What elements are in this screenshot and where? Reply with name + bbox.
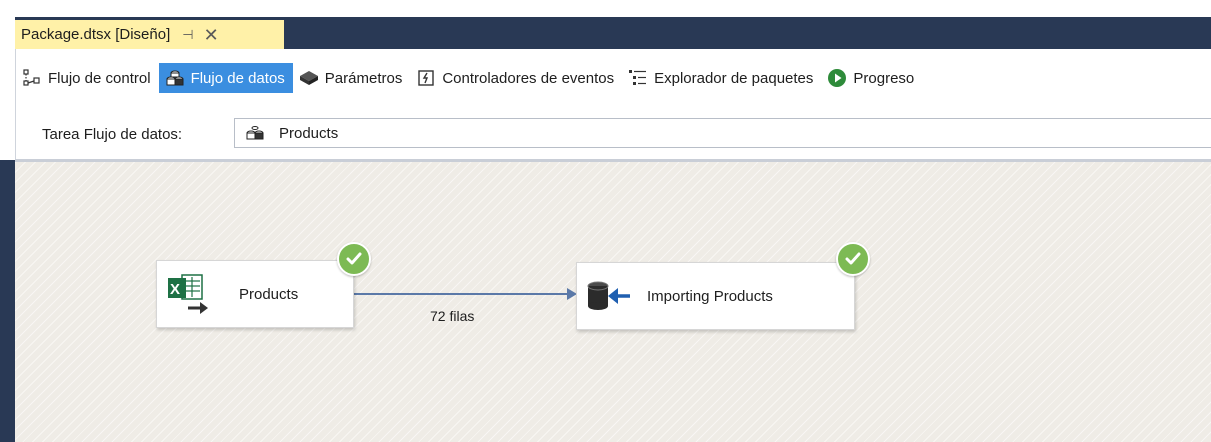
path-row-count: 72 filas <box>430 308 475 324</box>
pin-icon[interactable]: ⊣ <box>182 27 193 43</box>
task-label: Tarea Flujo de datos: <box>42 125 183 143</box>
tab-progress[interactable]: Progreso <box>821 63 922 93</box>
tab-progress-label: Progreso <box>853 69 915 87</box>
progress-icon <box>827 69 847 87</box>
tab-package-explorer-label: Explorador de paquetes <box>654 69 814 87</box>
tab-package-explorer[interactable]: Explorador de paquetes <box>622 63 821 93</box>
document-tab-strip: Package.dtsx [Diseño] ⊣ ✕ <box>15 17 1211 49</box>
tab-parameters[interactable]: Parámetros <box>293 63 411 93</box>
oledb-destination-icon <box>583 272 633 320</box>
designer-tabs: Flujo de control Flujo de datos Parámetr… <box>16 61 922 95</box>
tab-data-flow[interactable]: Flujo de datos <box>158 63 293 93</box>
data-flow-canvas[interactable]: 72 filas X Products Importing Products <box>15 162 1211 442</box>
package-explorer-icon <box>628 69 648 87</box>
destination-success-check-icon <box>836 242 870 276</box>
tab-parameters-label: Parámetros <box>324 69 403 87</box>
tab-control-flow-label: Flujo de control <box>48 69 151 87</box>
left-margin <box>0 17 15 160</box>
excel-source-node[interactable]: X Products <box>156 260 354 328</box>
data-flow-task-icon <box>245 124 265 142</box>
left-chrome-bar <box>0 160 15 442</box>
tab-control-flow[interactable]: Flujo de control <box>16 63 159 93</box>
parameters-icon <box>299 69 319 87</box>
document-tab-title: Package.dtsx [Diseño] <box>21 26 171 43</box>
source-success-check-icon <box>337 242 371 276</box>
task-row: Tarea Flujo de datos: Products <box>16 118 1211 150</box>
data-flow-task-select[interactable]: Products <box>234 118 1211 148</box>
document-tab[interactable]: Package.dtsx [Diseño] ⊣ ✕ <box>15 20 284 49</box>
excel-source-label: Products <box>239 285 299 303</box>
window-top <box>0 0 1211 17</box>
control-flow-icon <box>22 69 42 87</box>
designer-header: Flujo de control Flujo de datos Parámetr… <box>15 49 1211 161</box>
tab-event-handlers[interactable]: Controladores de eventos <box>410 63 622 93</box>
data-flow-icon <box>165 69 185 87</box>
excel-source-icon: X <box>163 270 213 318</box>
event-handlers-icon <box>416 69 436 87</box>
oledb-destination-label: Importing Products <box>647 287 773 305</box>
svg-text:X: X <box>170 281 180 298</box>
data-flow-task-value: Products <box>279 124 339 142</box>
oledb-destination-node[interactable]: Importing Products <box>576 262 855 330</box>
tab-data-flow-label: Flujo de datos <box>190 69 285 87</box>
tab-event-handlers-label: Controladores de eventos <box>442 69 615 87</box>
close-icon[interactable]: ✕ <box>204 26 219 44</box>
